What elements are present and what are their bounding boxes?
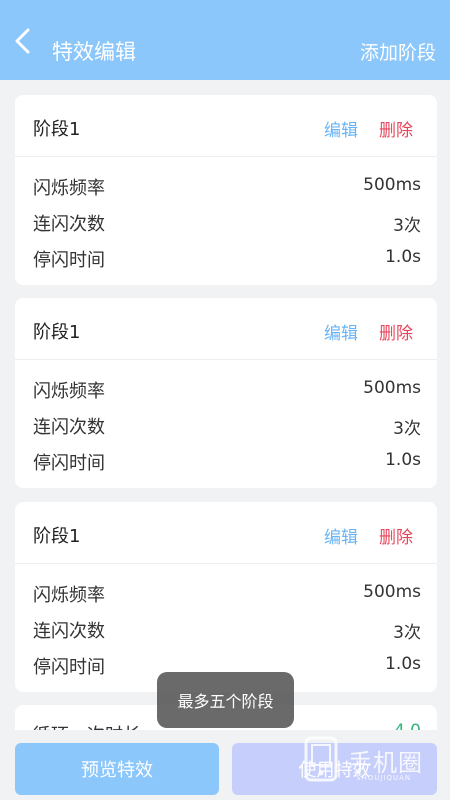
page-title: 特效编辑 xyxy=(52,40,136,64)
row-label: 停闪时间 xyxy=(33,250,105,271)
row-value: 3次 xyxy=(393,419,421,439)
row-label: 连闪次数 xyxy=(33,214,105,235)
row-label: 停闪时间 xyxy=(33,657,105,678)
row-value: 500ms xyxy=(363,175,421,195)
row-label: 闪烁频率 xyxy=(33,178,105,199)
row-value: 1.0s xyxy=(385,247,421,267)
flash-frequency-row: 闪烁频率 500ms xyxy=(15,370,437,406)
row-value: 3次 xyxy=(393,623,421,643)
delete-button[interactable]: 删除 xyxy=(379,319,413,344)
phone-logo-icon xyxy=(304,736,338,782)
stage-card: 阶段1 编辑 删除 闪烁频率 500ms 连闪次数 3次 停闪时间 1.0s xyxy=(15,298,437,488)
flash-count-row: 连闪次数 3次 xyxy=(15,203,437,239)
watermark-logo: 手机圈 SHOUJIQUAN xyxy=(300,730,440,790)
stage-name: 阶段1 xyxy=(33,322,81,343)
toast-message: 最多五个阶段 xyxy=(157,672,294,728)
row-value: 3次 xyxy=(393,216,421,236)
row-value: 1.0s xyxy=(385,654,421,674)
pause-time-row: 停闪时间 1.0s xyxy=(15,239,437,275)
row-value: 500ms xyxy=(363,582,421,602)
add-stage-button[interactable]: 添加阶段 xyxy=(360,38,436,65)
delete-button[interactable]: 删除 xyxy=(379,116,413,141)
row-label: 连闪次数 xyxy=(33,417,105,438)
header-bar: 特效编辑 添加阶段 xyxy=(0,0,450,80)
row-value: 500ms xyxy=(363,378,421,398)
stage-card-header: 阶段1 编辑 删除 xyxy=(15,95,437,157)
stage-name: 阶段1 xyxy=(33,119,81,140)
stage-card: 阶段1 编辑 删除 闪烁频率 500ms 连闪次数 3次 停闪时间 1.0s xyxy=(15,95,437,285)
pause-time-row: 停闪时间 1.0s xyxy=(15,442,437,478)
delete-button[interactable]: 删除 xyxy=(379,523,413,548)
row-label: 闪烁频率 xyxy=(33,585,105,606)
stage-card: 阶段1 编辑 删除 闪烁频率 500ms 连闪次数 3次 停闪时间 1.0s xyxy=(15,502,437,692)
chevron-left-icon xyxy=(15,28,30,54)
edit-button[interactable]: 编辑 xyxy=(324,116,358,141)
flash-count-row: 连闪次数 3次 xyxy=(15,610,437,646)
flash-frequency-row: 闪烁频率 500ms xyxy=(15,574,437,610)
row-value: 1.0s xyxy=(385,450,421,470)
stage-card-header: 阶段1 编辑 删除 xyxy=(15,502,437,564)
flash-frequency-row: 闪烁频率 500ms xyxy=(15,167,437,203)
preview-effect-button[interactable]: 预览特效 xyxy=(15,743,219,795)
edit-button[interactable]: 编辑 xyxy=(324,523,358,548)
row-label: 闪烁频率 xyxy=(33,381,105,402)
edit-button[interactable]: 编辑 xyxy=(324,319,358,344)
stage-name: 阶段1 xyxy=(33,526,81,547)
row-label: 连闪次数 xyxy=(33,621,105,642)
row-label: 停闪时间 xyxy=(33,453,105,474)
stage-card-header: 阶段1 编辑 删除 xyxy=(15,298,437,360)
watermark-subtext: SHOUJIQUAN xyxy=(356,774,412,782)
flash-count-row: 连闪次数 3次 xyxy=(15,406,437,442)
watermark-text: 手机圈 xyxy=(348,748,423,777)
back-button[interactable] xyxy=(8,26,38,56)
